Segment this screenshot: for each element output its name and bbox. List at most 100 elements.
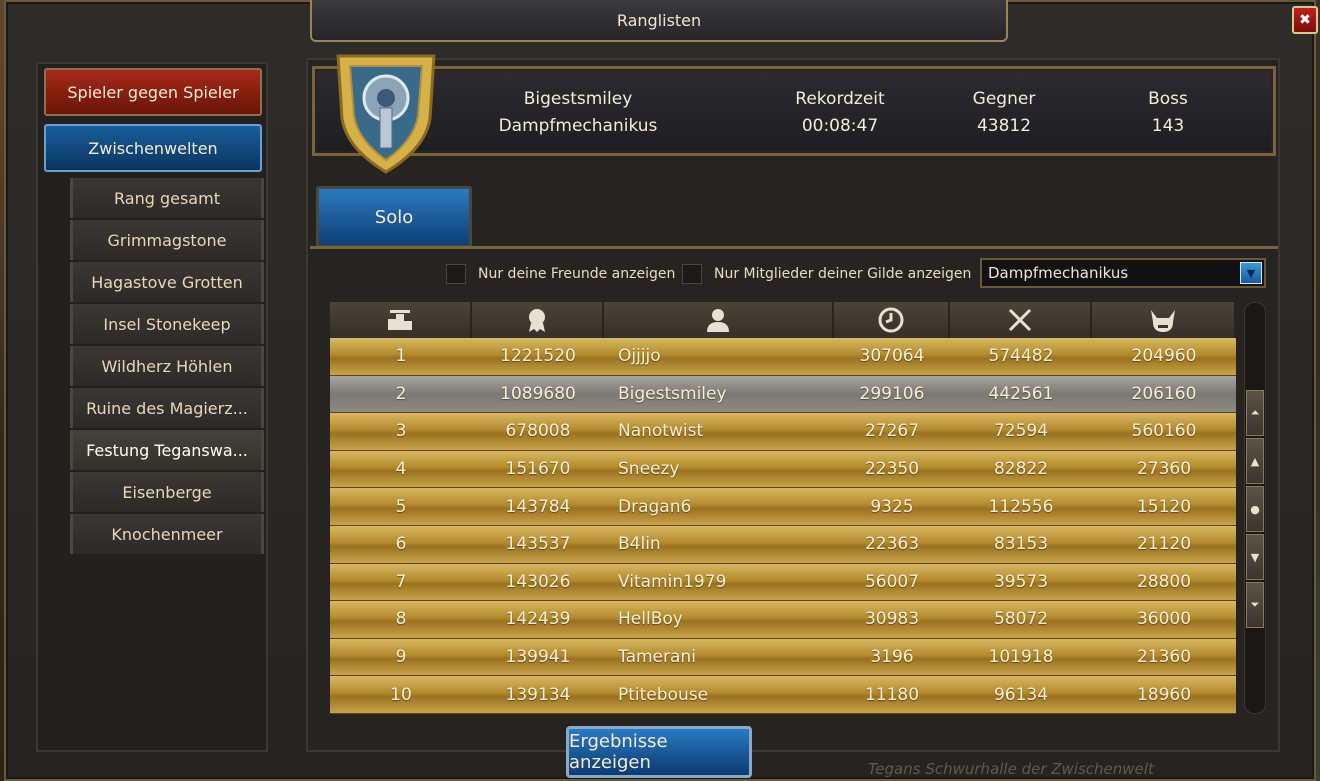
sidebar-item-rang-gesamt[interactable]: Rang gesamt (70, 178, 264, 218)
rank-cell: 8 (395, 609, 407, 630)
boss-cell: 204960 (1131, 346, 1197, 367)
time-cell: 30983 (864, 609, 920, 630)
player-name-cell: HellBoy (618, 609, 683, 630)
player-name-cell: Tamerani (618, 647, 696, 668)
time-cell: 56007 (864, 571, 920, 592)
player-name-cell: Nanotwist (618, 421, 704, 442)
guild-filter-label: Nur Mitglieder deiner Gilde anzeigen (714, 266, 972, 282)
table-row[interactable]: 8 142439 HellBoy 30983 58072 36000 (330, 601, 1236, 639)
header-boss: Boss 143 (1108, 86, 1228, 140)
rank-icon (388, 310, 412, 330)
rank-cell: 1 (395, 346, 407, 367)
window-title: Ranglisten (616, 10, 702, 30)
sidebar-item-knochenmeer[interactable]: Knochenmeer (70, 514, 264, 554)
enemies-cell: 96134 (993, 684, 1049, 705)
score-icon (529, 309, 545, 332)
player-name-cell: Ptitebouse (618, 684, 709, 705)
swords-icon (1008, 308, 1032, 332)
time-cell: 307064 (859, 346, 925, 367)
header-record-label: Rekordzeit (795, 89, 885, 109)
header-enemies-label: Gegner (972, 89, 1036, 109)
score-cell: 1221520 (500, 346, 576, 367)
table-row[interactable]: 3 678008 Nanotwist 27267 72594 560160 (330, 413, 1236, 451)
scroll-up-button[interactable]: ▲ (1246, 438, 1264, 484)
header-player-class: Dampfmechanikus (498, 116, 658, 136)
player-name-cell: Vitamin1979 (618, 571, 727, 592)
rank-cell: 9 (395, 647, 407, 668)
header-boss-value: 143 (1151, 116, 1185, 136)
guild-checkbox[interactable] (682, 264, 702, 284)
scroll-bottom-button[interactable]: ⏷ (1246, 582, 1264, 628)
sidebar-item-grimmagstone[interactable]: Grimmagstone (70, 220, 264, 260)
player-column-header[interactable] (604, 302, 834, 338)
scroll-down-button[interactable]: ▼ (1246, 534, 1264, 580)
enemies-cell: 101918 (988, 647, 1054, 668)
window-title-bar: Ranglisten (310, 0, 1008, 42)
boss-icon (1151, 310, 1175, 332)
table-row[interactable]: 7 143026 Vitamin1979 56007 39573 28800 (330, 563, 1236, 602)
category-zwischenwelten-button[interactable]: Zwischenwelten (44, 124, 262, 172)
scroll-top-button[interactable]: ⏶ (1246, 390, 1264, 436)
table-row[interactable]: 1 1221520 Ojjjjo 307064 574482 204960 (330, 338, 1236, 376)
table-row[interactable]: 9 139941 Tamerani 3196 101918 21360 (330, 638, 1236, 677)
sidebar-item-wildherz-hoehlen[interactable]: Wildherz Höhlen (70, 346, 264, 386)
player-name-cell: Dragan6 (618, 496, 692, 517)
header-enemies: Gegner 43812 (944, 86, 1064, 140)
time-column-header[interactable] (834, 302, 950, 338)
time-cell: 27267 (864, 421, 920, 442)
sidebar-item-hagastove-grotten[interactable]: Hagastove Grotten (70, 262, 264, 302)
chevron-down-icon[interactable]: ▼ (1240, 262, 1262, 284)
rank-cell: 7 (395, 571, 407, 592)
sidebar-item-insel-stonekeep[interactable]: Insel Stonekeep (70, 304, 264, 344)
rank-cell: 3 (395, 421, 407, 442)
enemies-cell: 112556 (988, 496, 1054, 517)
score-cell: 678008 (505, 421, 571, 442)
table-body: 1 1221520 Ojjjjo 307064 574482 204960 2 1089680… (330, 338, 1236, 714)
rankings-table: 1 1221520 Ojjjjo 307064 574482 204960 2 1089680… (330, 302, 1236, 714)
table-row[interactable]: 2 1089680 Bigestsmiley 299106 442561 206160 (330, 375, 1236, 414)
score-cell: 139134 (505, 684, 571, 705)
header-enemies-value: 43812 (976, 116, 1032, 136)
guild-filter[interactable]: Nur Mitglieder deiner Gilde anzeigen (682, 262, 971, 286)
friends-checkbox[interactable] (446, 264, 466, 284)
time-cell: 22363 (864, 534, 920, 555)
boss-cell: 21360 (1136, 647, 1192, 668)
table-row[interactable]: 10 139134 Ptitebouse 11180 96134 18960 (330, 676, 1236, 714)
time-cell: 299106 (859, 383, 925, 404)
rank-column-header[interactable] (330, 302, 472, 338)
enemies-cell: 82822 (993, 459, 1049, 480)
enemies-cell: 39573 (993, 571, 1049, 592)
rank-cell: 2 (395, 383, 407, 404)
player-icon (707, 309, 729, 332)
boss-cell: 28800 (1136, 571, 1192, 592)
enemies-cell: 574482 (988, 346, 1054, 367)
boss-column-header[interactable] (1092, 302, 1236, 338)
player-select-dropdown[interactable]: Dampfmechanikus ▼ (980, 258, 1266, 288)
score-column-header[interactable] (472, 302, 604, 338)
header-player: Bigestsmiley Dampfmechanikus (478, 86, 678, 140)
time-cell: 9325 (870, 496, 914, 517)
table-row[interactable]: 4 151670 Sneezy 22350 82822 27360 (330, 450, 1236, 489)
scroll-to-me-button[interactable]: ● (1246, 486, 1264, 532)
table-row[interactable]: 5 143784 Dragan6 9325 112556 15120 (330, 488, 1236, 526)
show-results-button[interactable]: Ergebnisse anzeigen (566, 726, 752, 778)
friends-filter[interactable]: Nur deine Freunde anzeigen (446, 262, 675, 286)
tab-solo[interactable]: Solo (316, 186, 472, 248)
boss-cell: 560160 (1131, 421, 1197, 442)
enemies-cell: 442561 (988, 383, 1054, 404)
enemies-column-header[interactable] (950, 302, 1092, 338)
time-cell: 22350 (864, 459, 920, 480)
boss-cell: 206160 (1131, 383, 1197, 404)
dungeon-list: Rang gesamt Grimmagstone Hagastove Grott… (70, 178, 264, 556)
score-cell: 143784 (505, 496, 571, 517)
sidebar-item-eisenberge[interactable]: Eisenberge (70, 472, 264, 512)
score-cell: 151670 (505, 459, 571, 480)
table-row[interactable]: 6 143537 B4lin 22363 83153 21120 (330, 525, 1236, 564)
sidebar-item-festung-teganswa[interactable]: Festung Teganswa... (70, 430, 264, 470)
friends-filter-label: Nur deine Freunde anzeigen (478, 266, 676, 282)
boss-cell: 36000 (1136, 609, 1192, 630)
tab-divider (310, 246, 1278, 249)
category-pvp-button[interactable]: Spieler gegen Spieler (44, 68, 262, 116)
close-button[interactable]: ✖ (1292, 6, 1318, 34)
sidebar-item-ruine-des-magierz[interactable]: Ruine des Magierz... (70, 388, 264, 428)
